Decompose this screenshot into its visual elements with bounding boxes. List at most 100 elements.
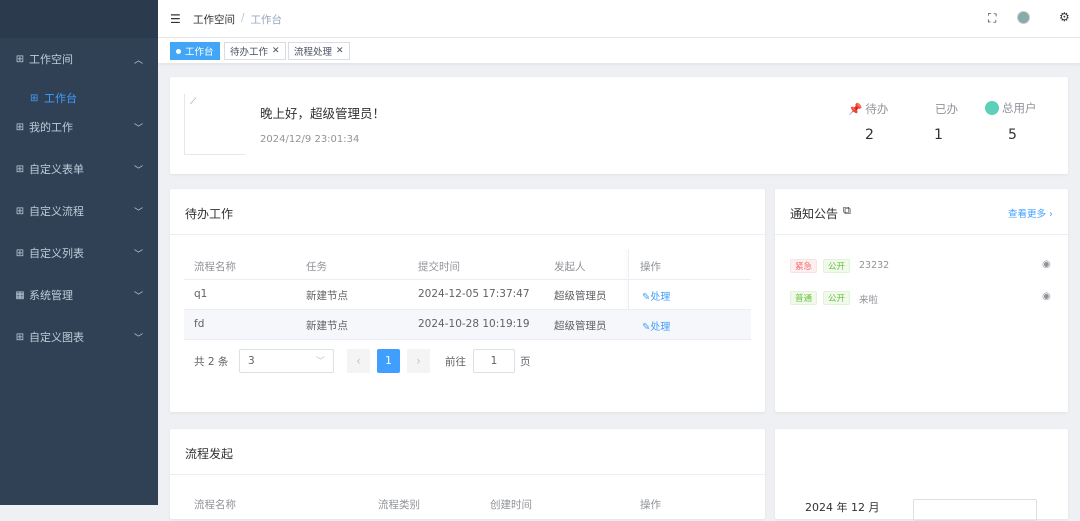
cell-initiator: 超级管理员 (554, 320, 607, 332)
col-header-initiator: 发起人 (554, 261, 586, 273)
calendar-header: 2024 年 12 月 (805, 501, 880, 514)
view-more-link[interactable]: 查看更多 › (1008, 206, 1053, 220)
active-dot-icon (176, 48, 181, 54)
col-header-task: 任务 (306, 261, 327, 273)
navbar: ☰ 工作空间 / 工作台 ⛶ ⚙ (158, 0, 1080, 38)
goto-page-input[interactable]: 1 (473, 349, 515, 373)
badge-normal: 普通 (790, 291, 818, 305)
tag-flow-process[interactable]: 流程处理 ✕ (288, 42, 350, 60)
cell-submit-time: 2024-12-05 17:37:47 (418, 288, 530, 300)
page-size-select[interactable]: 3 ﹀ (239, 349, 334, 373)
col-header-action: 操作 (640, 261, 661, 273)
chevron-down-icon: ﹀ (133, 165, 143, 176)
chevron-down-icon: ﹀ (133, 333, 143, 344)
notice-card: 通知公告 ⧉ 查看更多 › 紧急 公开 23232 ◉ 普通 公开 来啦 ◉ (775, 189, 1068, 412)
badge-urgent: 紧急 (790, 259, 818, 273)
pagination-total: 共 2 条 (194, 356, 229, 368)
sidebar: ⊞ 工作空间 ︿ ⊞ 工作台 ⊞ 我的工作 ﹀ ⊞ 自定义表单 ﹀ ⊞ 自定义流… (0, 0, 158, 505)
table-row: q1 新建节点 2024-12-05 17:37:47 超级管理员 ✎处理 (184, 280, 751, 309)
goto-label: 前往 (445, 356, 466, 368)
welcome-card: ⟋ 晚上好，超级管理员！ 2024/12/9 23:01:34 📌 待办 2 已… (170, 77, 1068, 174)
pin-icon: 📌 (848, 102, 863, 116)
stat-done-value: 1 (934, 127, 943, 143)
next-page-button[interactable]: › (407, 349, 430, 373)
grid-icon: ⊞ (15, 163, 25, 175)
stat-users-value: 5 (1008, 127, 1017, 143)
broken-image-icon: ⟋ (190, 97, 197, 107)
calendar-card: 2024 年 12 月 (775, 429, 1068, 521)
flow-start-card-header: 流程发起 (170, 429, 765, 475)
notice-title: 通知公告 (790, 207, 839, 221)
sidebar-item-custom-flow[interactable]: ⊞ 自定义流程 ﹀ (0, 190, 158, 232)
stat-todo-label: 待办 (865, 102, 889, 116)
external-link-icon: ⧉ (843, 204, 851, 217)
sidebar-item-my-work[interactable]: ⊞ 我的工作 ﹀ (0, 106, 158, 148)
cell-task: 新建节点 (306, 320, 348, 332)
stat-todo-value: 2 (865, 127, 874, 143)
chevron-down-icon: ﹀ (133, 123, 143, 134)
page-suffix: 页 (520, 356, 531, 368)
col-header-flow-name: 流程名称 (194, 261, 236, 273)
cell-flow-name: fd (194, 318, 205, 330)
breadcrumb: 工作空间 / 工作台 (193, 12, 282, 27)
process-button[interactable]: ✎处理 (642, 288, 670, 303)
hamburger-icon[interactable]: ☰ (170, 12, 181, 26)
datetime-text: 2024/12/9 23:01:34 (260, 134, 360, 145)
chevron-down-icon: ﹀ (133, 291, 143, 302)
tag-todo-work[interactable]: 待办工作 ✕ (224, 42, 286, 60)
stat-done-label: 已办 (935, 102, 958, 116)
sidebar-item-custom-form[interactable]: ⊞ 自定义表单 ﹀ (0, 148, 158, 190)
cell-flow-name: q1 (194, 288, 208, 300)
row-divider (184, 339, 751, 340)
grid-icon: ⊞ (15, 121, 25, 133)
gear-icon[interactable]: ⚙ (1059, 10, 1070, 24)
cell-task: 新建节点 (306, 290, 348, 302)
stat-users-label-wrap: 总用户 (985, 100, 1037, 116)
notice-item-title[interactable]: 23232 (859, 260, 889, 271)
calendar-nav-group[interactable] (913, 499, 1037, 521)
sidebar-logo-area (0, 0, 158, 38)
sidebar-item-custom-list[interactable]: ⊞ 自定义列表 ﹀ (0, 232, 158, 274)
page-1-button[interactable]: 1 (377, 349, 400, 373)
breadcrumb-item-dashboard: 工作台 (250, 14, 283, 26)
grid-icon: ⊞ (15, 331, 25, 343)
fullscreen-icon[interactable]: ⛶ (988, 11, 996, 26)
avatar[interactable] (1017, 11, 1030, 24)
todo-card: 待办工作 流程名称 任务 提交时间 发起人 操作 q1 新建节点 2024-12… (170, 189, 765, 412)
flow-start-card: 流程发起 流程名称 流程类别 创建时间 操作 (170, 429, 765, 519)
grid-icon: ⊞ (15, 205, 25, 217)
col-header-submit-time: 提交时间 (418, 261, 460, 273)
chevron-down-icon: ﹀ (133, 207, 143, 218)
tag-dashboard[interactable]: 工作台 (170, 42, 220, 60)
cell-initiator: 超级管理员 (554, 290, 607, 302)
badge-public: 公开 (823, 291, 851, 305)
notice-card-header: 通知公告 ⧉ 查看更多 › (775, 189, 1068, 235)
grid-icon: ⊞ (15, 247, 25, 259)
notice-item-title[interactable]: 来啦 (859, 292, 878, 306)
todo-title: 待办工作 (185, 207, 234, 221)
tags-view: 工作台 待办工作 ✕ 流程处理 ✕ (158, 38, 1080, 64)
sidebar-item-system[interactable]: ▦ 系统管理 ﹀ (0, 274, 158, 316)
grid-icon: ⊞ (15, 53, 25, 65)
sidebar-item-custom-chart[interactable]: ⊞ 自定义图表 ﹀ (0, 316, 158, 358)
cell-submit-time: 2024-10-28 10:19:19 (418, 318, 530, 330)
eye-icon[interactable]: ◉ (1042, 259, 1051, 270)
breadcrumb-item-workspace[interactable]: 工作空间 (193, 12, 235, 27)
close-icon[interactable]: ✕ (336, 46, 344, 56)
chevron-down-icon: ﹀ (133, 249, 143, 260)
flow-start-title: 流程发起 (185, 447, 234, 461)
grid-icon: ⊞ (30, 92, 39, 104)
user-icon (985, 101, 999, 115)
chevron-up-icon: ︿ (133, 55, 143, 66)
chevron-down-icon: ﹀ (315, 357, 325, 367)
eye-icon[interactable]: ◉ (1042, 291, 1051, 302)
process-button[interactable]: ✎处理 (642, 318, 670, 333)
stat-todo-label-wrap: 📌 待办 (848, 101, 888, 117)
greeting-text: 晚上好，超级管理员！ (260, 106, 386, 121)
close-icon[interactable]: ✕ (272, 46, 280, 56)
sidebar-item-workspace[interactable]: ⊞ 工作空间 ︿ (0, 38, 158, 80)
todo-card-header: 待办工作 (170, 189, 765, 235)
prev-page-button[interactable]: ‹ (347, 349, 370, 373)
badge-public: 公开 (823, 259, 851, 273)
breadcrumb-separator: / (241, 12, 245, 24)
